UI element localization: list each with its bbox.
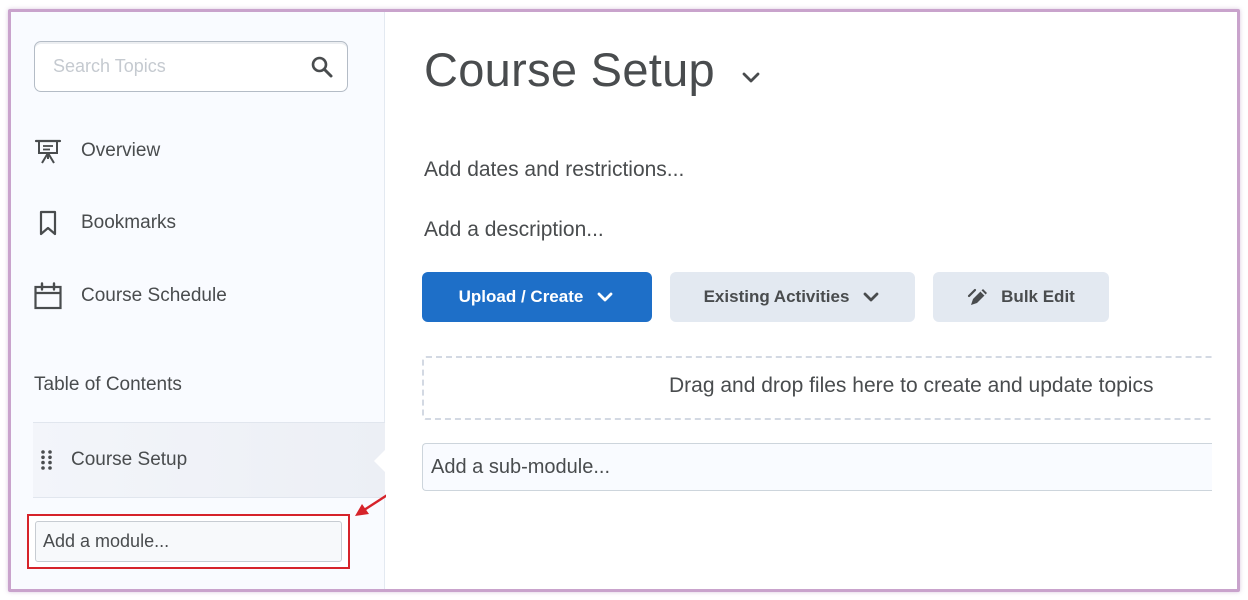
button-label: Upload / Create [458,287,584,306]
module-item-course-setup[interactable]: Course Setup [33,422,386,498]
bulk-edit-button[interactable]: Bulk Edit [933,272,1109,322]
file-dropzone[interactable]: Drag and drop files here to create and u… [422,356,1212,420]
dropzone-text: Drag and drop files here to create and u… [669,374,1154,397]
button-label: Bulk Edit [1001,287,1075,306]
chevron-down-icon[interactable] [739,65,763,89]
search-input[interactable] [35,42,305,91]
sidebar-item-bookmarks[interactable]: Bookmarks [33,208,176,238]
search-box [34,41,348,92]
pencil-edit-icon [968,288,988,305]
button-label: Existing Activities [703,287,850,306]
add-description-link[interactable]: Add a description... [424,218,604,242]
add-submodule-input[interactable] [422,443,1212,491]
sidebar-item-label: Overview [81,140,161,161]
sidebar-item-overview[interactable]: Overview [33,136,160,166]
bookmark-icon [33,208,63,238]
add-dates-restrictions-link[interactable]: Add dates and restrictions... [424,158,684,182]
calendar-icon [33,281,63,311]
page-title: Course Setup [424,43,715,96]
existing-activities-button[interactable]: Existing Activities [670,272,915,322]
sidebar: Overview Bookmarks Course Schedule Ta [11,12,386,589]
table-of-contents-heading: Table of Contents [34,374,182,395]
module-label: Course Setup [71,449,188,470]
sidebar-item-label: Bookmarks [81,212,177,233]
search-icon[interactable] [309,54,335,80]
drag-grip-icon[interactable] [39,449,55,471]
add-module-highlight-box [27,514,350,569]
chevron-down-icon [864,292,879,302]
sidebar-item-course-schedule[interactable]: Course Schedule [33,281,227,311]
app-frame: Overview Bookmarks Course Schedule Ta [8,9,1240,592]
page-title-row: Course Setup [424,42,763,97]
presentation-board-icon [33,136,63,166]
main-content: Course Setup Add dates and restrictions.… [386,12,1237,589]
upload-create-button[interactable]: Upload / Create [422,272,652,322]
chevron-down-icon [597,292,613,302]
add-module-input[interactable] [35,521,342,562]
sidebar-item-label: Course Schedule [81,285,227,306]
